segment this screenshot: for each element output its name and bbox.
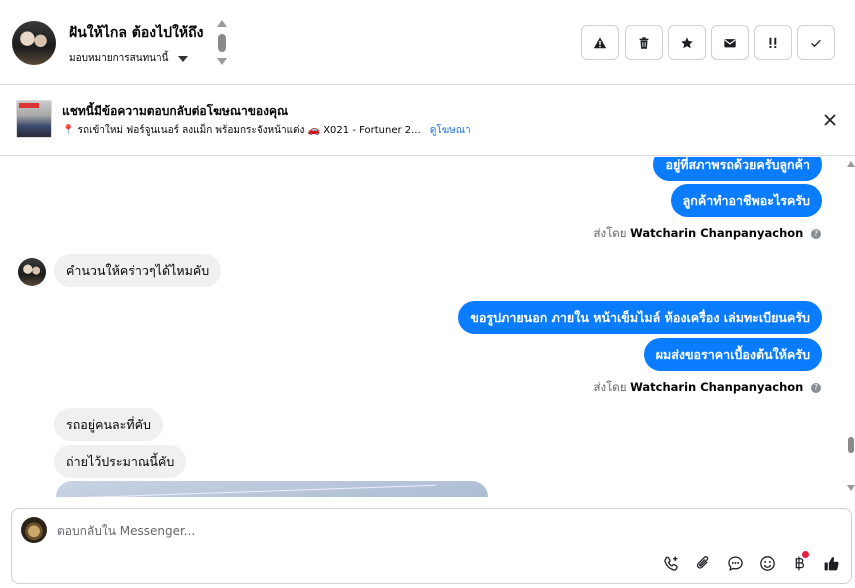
call-button[interactable]	[661, 553, 681, 573]
star-button[interactable]	[668, 25, 706, 60]
saved-reply-icon	[727, 555, 743, 571]
message-bubble-incoming[interactable]: ถ่ายไว้ประมาณนี้คับ	[54, 445, 187, 478]
thread-scrollbar[interactable]	[847, 157, 855, 497]
sent-by-prefix: ส่งโดย	[593, 380, 627, 394]
ad-description: รถเข้าใหม่ ฟอร์จูนเนอร์ ลงแม็ก พร้อมกระจ…	[77, 125, 421, 136]
reply-input[interactable]	[57, 521, 657, 541]
check-icon	[811, 39, 821, 47]
message-thread[interactable]: อยู่ที่สภาพรถด้วยครับลูกค้า ลูกค้าทำอาชี…	[0, 157, 847, 497]
sent-by-label: ส่งโดย Watcharin Chanpanyachon ?	[593, 379, 821, 397]
ad-description-line: 📍 รถเข้าใหม่ ฟอร์จูนเนอร์ ลงแม็ก พร้อมกร…	[62, 123, 471, 138]
message-bubble-incoming[interactable]: คำนวนให้คร่าวๆได้ไหมคับ	[54, 254, 222, 287]
emoji-icon	[759, 555, 775, 571]
conversation-header: ฝันให้ไกล ต้องไปให้ถึง มอบหมายการสนทนานี…	[0, 0, 855, 85]
agent-name: Watcharin Chanpanyachon	[630, 380, 804, 394]
warning-icon	[593, 36, 607, 48]
scroll-up-icon[interactable]	[217, 20, 227, 27]
close-icon[interactable]	[822, 112, 838, 128]
star-icon	[681, 36, 693, 48]
like-button[interactable]	[821, 553, 841, 573]
envelope-icon	[724, 38, 736, 47]
exclamation-icon	[769, 37, 777, 48]
trash-icon	[639, 36, 649, 49]
message-bubble-outgoing[interactable]: อยู่ที่สภาพรถด้วยครับลูกค้า	[653, 157, 822, 181]
scroll-down-icon[interactable]	[847, 485, 855, 491]
assign-label: มอบหมายการสนทนานี้	[69, 53, 169, 64]
reply-composer	[11, 508, 852, 584]
emoji-button[interactable]	[757, 553, 777, 573]
like-icon	[824, 556, 839, 570]
call-add-icon	[663, 556, 678, 571]
message-bubble-outgoing[interactable]: ผมส่งขอราคาเบื้องต้นให้ครับ	[643, 338, 822, 371]
info-icon[interactable]: ?	[811, 383, 821, 393]
agent-name: Watcharin Chanpanyachon	[630, 226, 804, 240]
mark-unread-button[interactable]	[711, 25, 749, 60]
message-bubble-outgoing[interactable]: ลูกค้าทำอาชีพอะไรครับ	[670, 184, 822, 217]
ad-thumbnail[interactable]	[16, 100, 52, 138]
follow-up-button[interactable]	[754, 25, 792, 60]
view-ad-link[interactable]: ดูโฆษณา	[430, 125, 471, 136]
scroll-down-icon[interactable]	[217, 58, 227, 65]
message-bubble-incoming[interactable]: รถอยู่คนละที่คับ	[54, 408, 163, 441]
sent-by-label: ส่งโดย Watcharin Chanpanyachon ?	[593, 225, 821, 243]
contact-name[interactable]: ฝันให้ไกล ต้องไปให้ถึง	[69, 22, 203, 44]
paperclip-icon	[696, 555, 708, 569]
caret-down-icon	[178, 55, 189, 62]
message-bubble-outgoing[interactable]: ขอรูปภายนอก ภายใน หน้าเข็มไมล์ ห้องเครื่…	[458, 301, 822, 334]
saved-replies-button[interactable]	[725, 553, 745, 573]
scroll-thumb[interactable]	[218, 34, 226, 52]
sent-by-prefix: ส่งโดย	[593, 226, 627, 240]
mark-done-button[interactable]	[797, 25, 835, 60]
header-scrollbar[interactable]	[217, 20, 227, 68]
assign-conversation-dropdown[interactable]: มอบหมายการสนทนานี้	[69, 51, 189, 66]
notification-dot	[802, 551, 809, 558]
pin-icon: 📍	[62, 125, 75, 136]
contact-avatar[interactable]	[12, 21, 56, 65]
spam-button[interactable]	[581, 25, 619, 60]
ad-banner-title: แชทนี้มีข้อความตอบกลับต่อโฆษณาของคุณ	[62, 104, 289, 118]
page-avatar	[21, 517, 47, 543]
payment-button[interactable]	[789, 551, 809, 573]
attach-button[interactable]	[693, 553, 713, 573]
photo-attachment[interactable]	[56, 481, 488, 497]
scroll-thumb[interactable]	[848, 437, 854, 453]
contact-avatar-small[interactable]	[18, 258, 46, 286]
ad-reply-banner: แชทนี้มีข้อความตอบกลับต่อโฆษณาของคุณ 📍 ร…	[0, 86, 855, 156]
info-icon[interactable]: ?	[811, 229, 821, 239]
delete-button[interactable]	[625, 25, 663, 60]
scroll-up-icon[interactable]	[847, 161, 855, 167]
